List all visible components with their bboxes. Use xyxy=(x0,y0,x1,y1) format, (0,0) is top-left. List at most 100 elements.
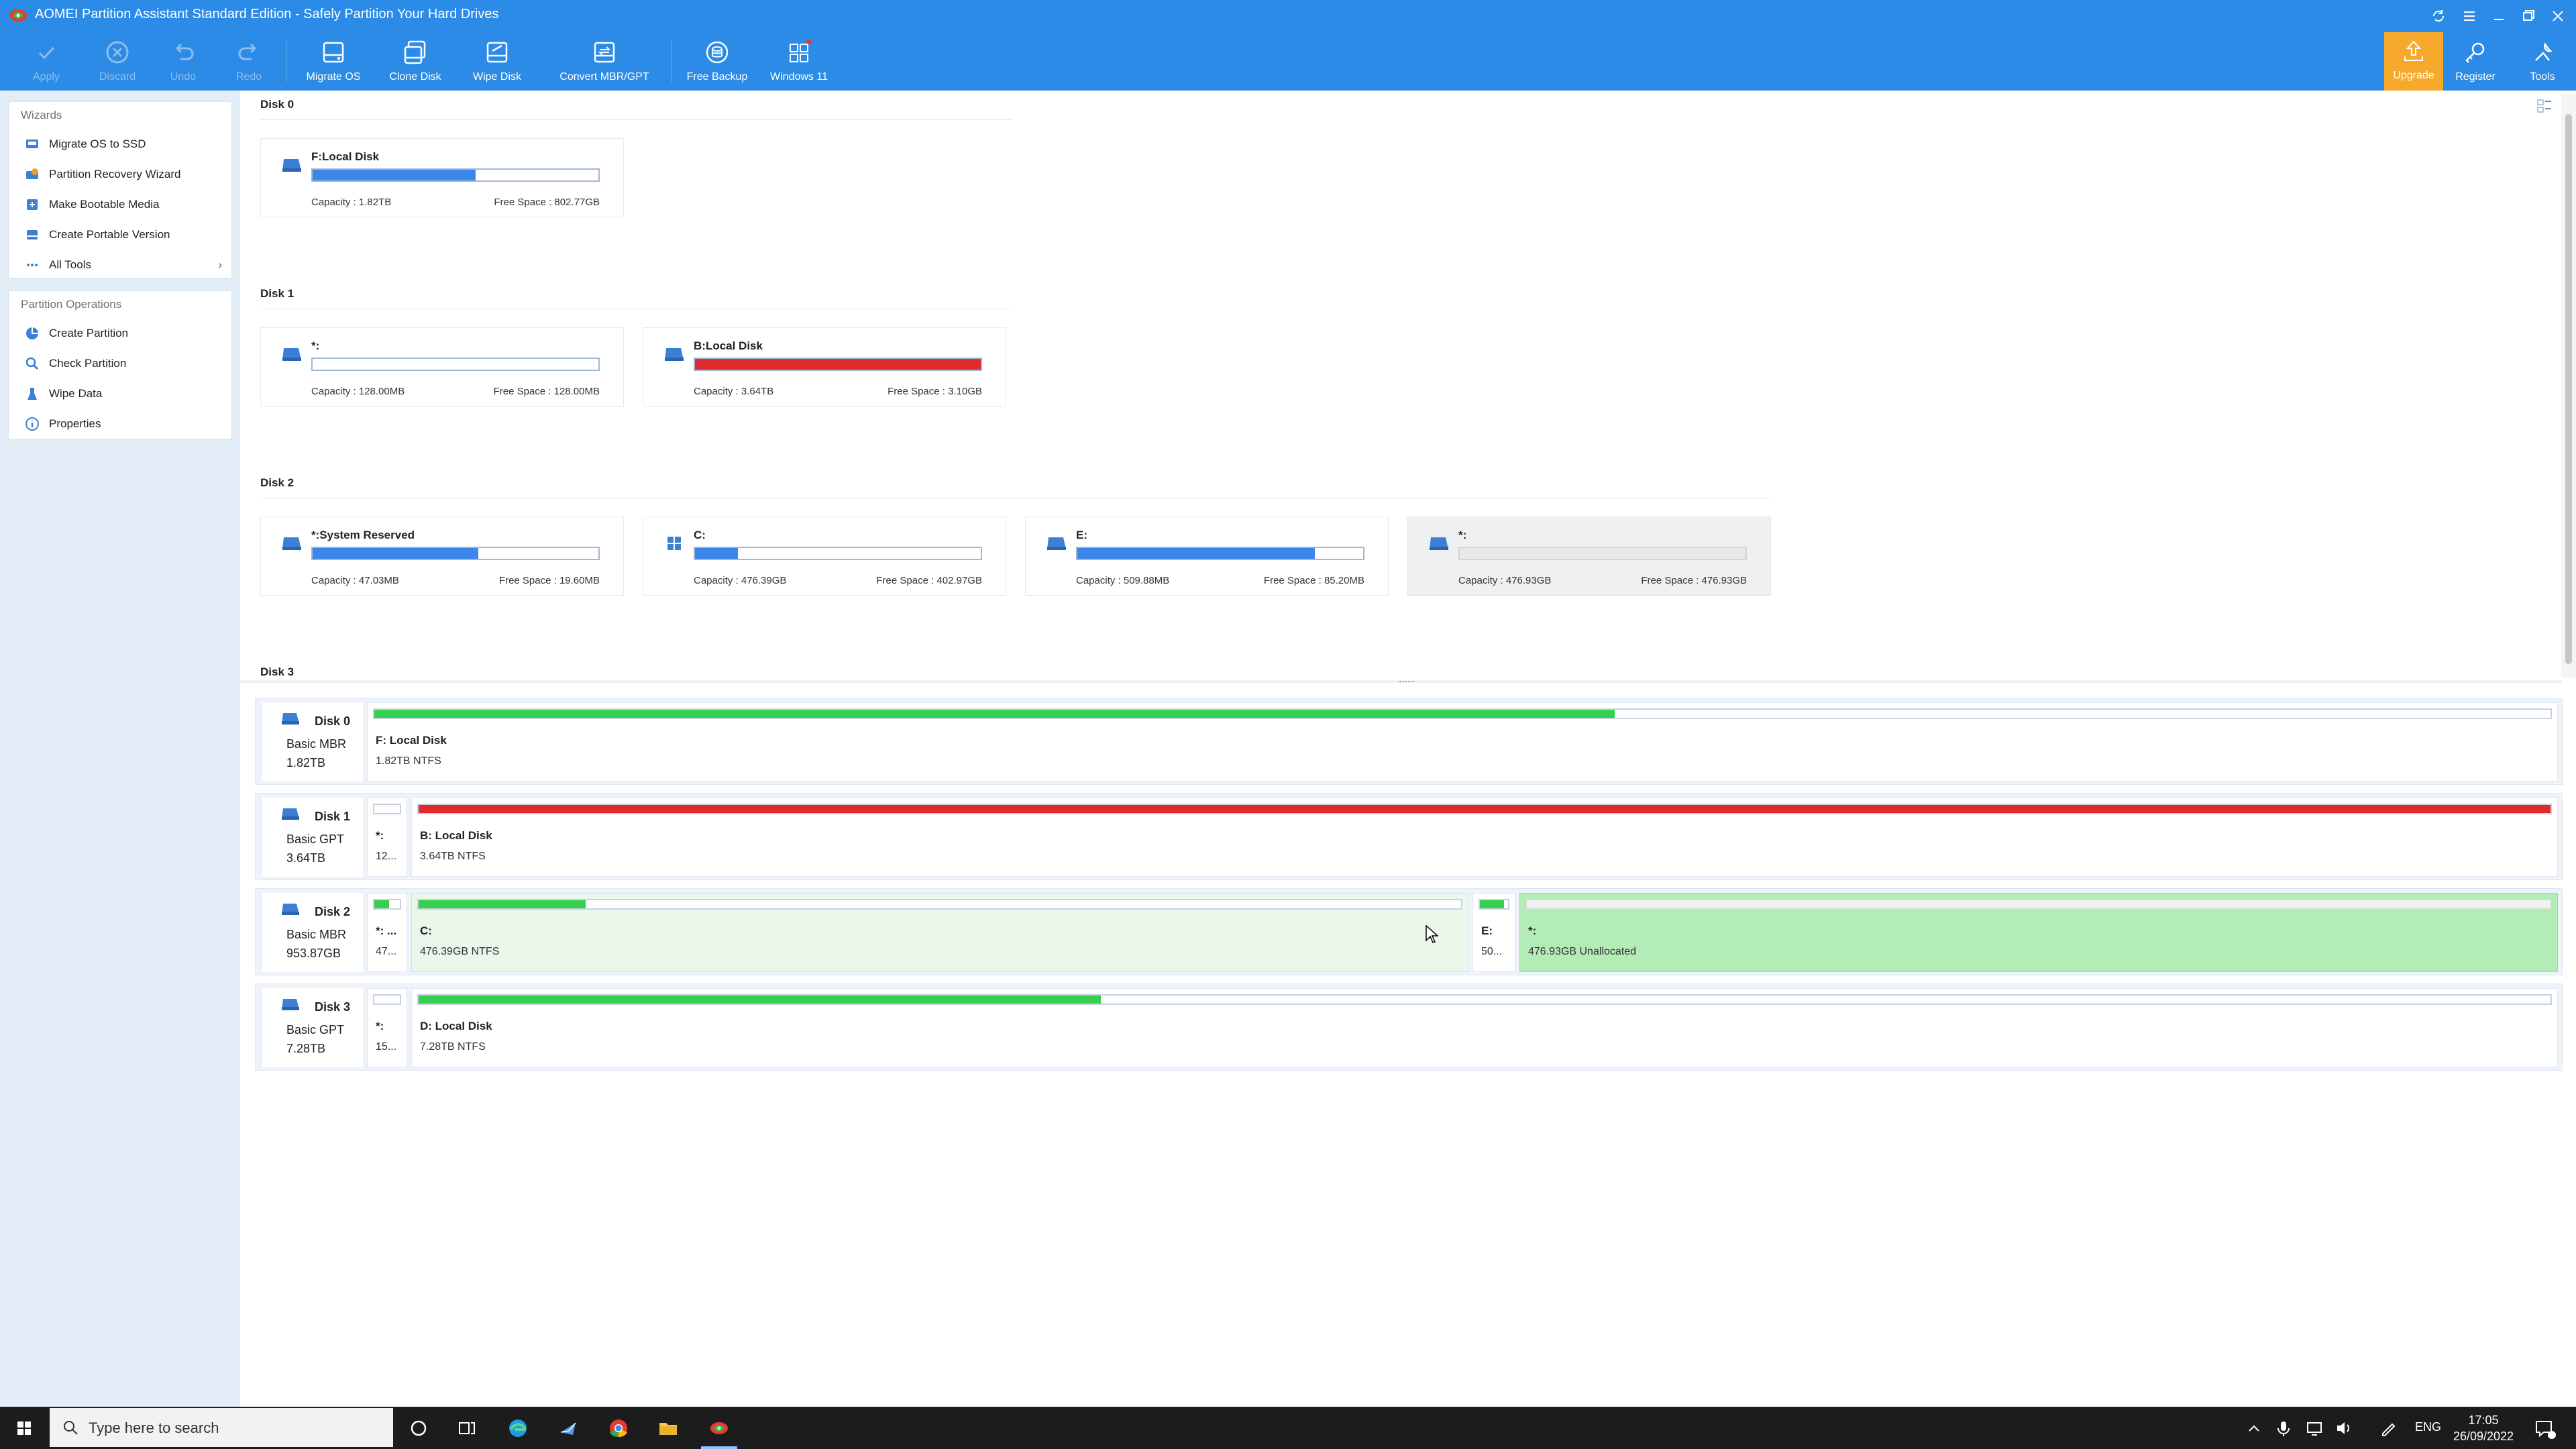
convert-mbr-gpt-button[interactable]: Convert MBR/GPT xyxy=(554,35,655,89)
sidebar-item-partition-recovery[interactable]: Partition Recovery Wizard xyxy=(9,159,231,189)
pinned-app-icon[interactable] xyxy=(554,1413,584,1443)
partition-segment[interactable]: E: 50... xyxy=(1472,893,1515,972)
partition-name: B:Local Disk xyxy=(694,339,763,352)
network-icon[interactable] xyxy=(2301,1413,2328,1443)
disk-info[interactable]: Disk 1 Basic GPT 3.64TB xyxy=(262,798,363,877)
migrate-icon xyxy=(26,140,38,148)
partition-segment[interactable]: F: Local Disk 1.82TB NTFS xyxy=(367,702,2558,782)
cortana-icon[interactable] xyxy=(404,1413,433,1443)
capacity-text: Capacity : 47.03MB xyxy=(311,575,399,586)
microphone-icon[interactable] xyxy=(2270,1413,2297,1443)
partition-segment[interactable]: *: ... 47... xyxy=(367,893,407,972)
sidebar-item-portable-version[interactable]: Create Portable Version xyxy=(9,219,231,250)
clone-disk-button[interactable]: Clone Disk xyxy=(378,35,452,89)
disk-info[interactable]: Disk 0 Basic MBR 1.82TB xyxy=(262,702,363,782)
disk-row[interactable]: Disk 2 Basic MBR 953.87GB *: ... 47... C… xyxy=(255,888,2563,975)
partition-name: *: xyxy=(311,339,320,352)
pen-icon[interactable] xyxy=(2375,1413,2402,1443)
segment-usage-bar xyxy=(417,994,2552,1005)
partition-card[interactable]: *: Capacity : 128.00MB Free Space : 128.… xyxy=(260,327,624,407)
edge-icon[interactable] xyxy=(503,1413,533,1443)
volume-icon[interactable] xyxy=(2330,1413,2357,1443)
redo-button[interactable]: Redo xyxy=(212,35,286,89)
sidebar-item-all-tools[interactable]: All Tools › xyxy=(9,250,231,280)
minimize-icon[interactable] xyxy=(2487,7,2510,25)
sidebar-item-bootable-media[interactable]: Make Bootable Media xyxy=(9,189,231,219)
disk-row[interactable]: Disk 1 Basic GPT 3.64TB *: 12... B: Loca… xyxy=(255,793,2563,880)
aomei-logo-icon xyxy=(9,9,27,21)
undo-button[interactable]: Undo xyxy=(146,35,220,89)
disk-info[interactable]: Disk 3 Basic GPT 7.28TB xyxy=(262,988,363,1067)
usage-bar xyxy=(1458,547,1747,560)
view-toggle-icon[interactable] xyxy=(2536,97,2553,115)
segment-usage-fill xyxy=(419,996,1101,1004)
apply-button[interactable]: Apply xyxy=(9,35,83,89)
close-icon[interactable] xyxy=(2546,7,2569,25)
partition-segment[interactable]: *: 15... xyxy=(367,988,407,1067)
notifications-icon[interactable] xyxy=(2529,1413,2559,1443)
hard-disk-icon xyxy=(282,999,299,1010)
register-key-icon xyxy=(2465,42,2485,63)
disk-row[interactable]: Disk 3 Basic GPT 7.28TB *: 15... D: Loca… xyxy=(255,983,2563,1071)
segment-usage-fill xyxy=(419,900,586,908)
sidebar-item-create-partition[interactable]: Create Partition xyxy=(9,318,231,348)
splitter-grip[interactable] xyxy=(1398,681,1414,682)
wizards-heading: Wizards xyxy=(21,109,62,121)
sidebar-item-properties[interactable]: Properties xyxy=(9,409,231,439)
partition-segment[interactable]: D: Local Disk 7.28TB NTFS xyxy=(411,988,2558,1067)
partition-segment[interactable]: C: 476.39GB NTFS xyxy=(411,893,1468,972)
disk0-heading: Disk 0 xyxy=(260,98,294,111)
partition-segment[interactable]: *: 476.93GB Unallocated xyxy=(1519,893,2558,972)
scrollbar-thumb[interactable] xyxy=(2565,114,2572,664)
refresh-icon[interactable] xyxy=(2427,7,2450,25)
disk-info[interactable]: Disk 2 Basic MBR 953.87GB xyxy=(262,893,363,972)
sidebar-item-wipe-data[interactable]: Wipe Data xyxy=(9,378,231,409)
windows11-button[interactable]: Windows 11 xyxy=(762,35,836,89)
disk-type: Basic MBR xyxy=(286,737,347,751)
upgrade-button[interactable]: Upgrade xyxy=(2384,32,2443,91)
windows-icon xyxy=(667,537,681,550)
disk-row[interactable]: Disk 0 Basic MBR 1.82TB F: Local Disk 1.… xyxy=(255,698,2563,785)
disk2-heading: Disk 2 xyxy=(260,476,294,489)
segment-usage-bar xyxy=(373,899,401,910)
aomei-taskbar-icon[interactable] xyxy=(704,1413,734,1443)
more-icon xyxy=(27,264,38,266)
chrome-icon[interactable] xyxy=(604,1413,633,1443)
free-backup-button[interactable]: Free Backup xyxy=(680,35,754,89)
sidebar-item-migrate-os-ssd[interactable]: Migrate OS to SSD xyxy=(9,129,231,159)
usage-bar xyxy=(694,547,982,560)
partition-card[interactable]: E: Capacity : 509.88MB Free Space : 85.2… xyxy=(1025,517,1389,596)
partition-card[interactable]: F:Local Disk Capacity : 1.82TB Free Spac… xyxy=(260,138,624,217)
partition-card[interactable]: *:System Reserved Capacity : 47.03MB Fre… xyxy=(260,517,624,596)
partition-name: *:System Reserved xyxy=(311,529,415,541)
chevron-up-icon[interactable] xyxy=(2241,1413,2267,1443)
taskbar-clock[interactable]: 17:05 26/09/2022 xyxy=(2450,1412,2517,1444)
tools-button[interactable]: Tools xyxy=(2509,35,2576,89)
task-view-icon[interactable] xyxy=(452,1413,482,1443)
partition-card[interactable]: *: Capacity : 476.93GB Free Space : 476.… xyxy=(1407,517,1771,596)
usage-bar xyxy=(311,168,600,182)
hard-disk-icon xyxy=(282,904,299,915)
migrate-os-button[interactable]: Migrate OS xyxy=(297,35,370,89)
taskbar-search-box[interactable]: Type here to search xyxy=(50,1408,393,1447)
wipe-disk-button[interactable]: Wipe Disk xyxy=(460,35,534,89)
restore-icon[interactable] xyxy=(2517,7,2540,25)
segment-detail: 47... xyxy=(376,946,397,957)
segment-usage-bar xyxy=(417,804,2552,814)
partition-segment[interactable]: B: Local Disk 3.64TB NTFS xyxy=(411,798,2558,877)
segment-detail: 7.28TB NTFS xyxy=(420,1041,486,1053)
language-indicator[interactable]: ENG xyxy=(2415,1420,2441,1434)
partition-card[interactable]: C: Capacity : 476.39GB Free Space : 402.… xyxy=(643,517,1006,596)
segment-usage-fill xyxy=(1480,900,1504,908)
partition-segment[interactable]: *: 12... xyxy=(367,798,407,877)
card-view-scrollbar[interactable] xyxy=(2561,94,2576,678)
sidebar-item-check-partition[interactable]: Check Partition xyxy=(9,348,231,378)
hard-disk-icon xyxy=(665,348,684,361)
segment-label: B: Local Disk xyxy=(420,829,492,842)
windows-start-icon[interactable] xyxy=(9,1413,39,1443)
menu-icon[interactable] xyxy=(2458,7,2481,25)
register-button[interactable]: Register xyxy=(2442,35,2509,89)
file-explorer-icon[interactable] xyxy=(653,1413,683,1443)
partition-card[interactable]: B:Local Disk Capacity : 3.64TB Free Spac… xyxy=(643,327,1006,407)
discard-button[interactable]: Discard xyxy=(80,35,154,89)
